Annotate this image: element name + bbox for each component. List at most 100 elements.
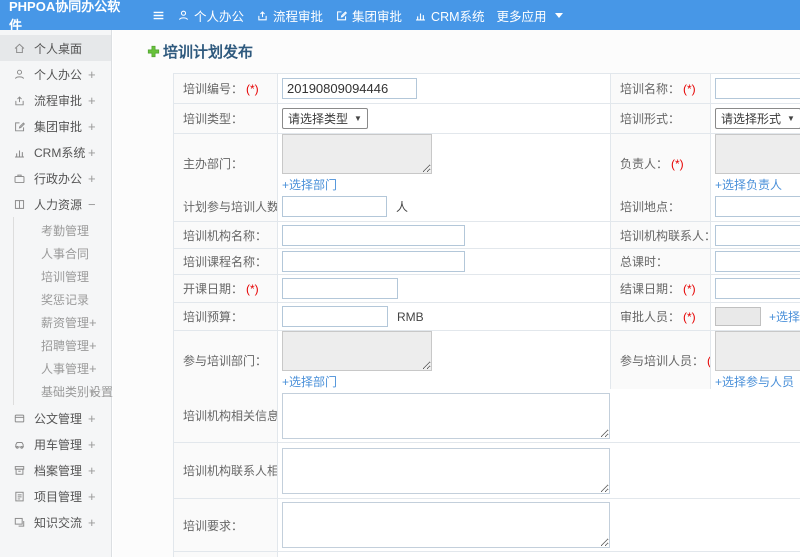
briefcase-icon <box>13 172 26 185</box>
training-plan-form: 培训编号：(*) 培训名称：(*) 培训类型： 请选择类型▼ 培训形式： 请选择… <box>173 73 800 557</box>
select-arrow-icon: ▼ <box>787 114 795 123</box>
sidebar-subitem-base-category[interactable]: 基础类别设置 + <box>14 380 113 403</box>
expand-icon[interactable]: + <box>89 338 97 353</box>
sidebar-subitem-personnel[interactable]: 人事管理 + <box>14 357 111 380</box>
expand-icon[interactable]: + <box>89 384 97 399</box>
start-date-input[interactable] <box>282 278 398 299</box>
user-icon <box>13 68 26 81</box>
upload-icon <box>256 9 269 22</box>
training-format-label: 培训形式： <box>611 104 711 134</box>
menu-personal-office[interactable]: 个人办公 <box>171 0 250 30</box>
join-department-textarea[interactable] <box>282 331 432 371</box>
collapse-icon[interactable]: − <box>88 197 96 212</box>
org-contact-input[interactable] <box>715 224 800 246</box>
org-name-label: 培训机构名称： <box>174 222 278 249</box>
training-format-select[interactable]: 请选择形式 ▼ <box>715 108 800 129</box>
sidebar-item-projects[interactable]: 项目管理 + <box>0 483 111 509</box>
course-name-input[interactable] <box>282 251 465 272</box>
select-approver-link[interactable]: +选择审批人员 <box>769 308 800 325</box>
edit-icon <box>13 120 26 133</box>
requirements-textarea[interactable] <box>282 502 610 548</box>
select-department-link[interactable]: +选择部门 <box>282 176 337 193</box>
sidebar-nav: 个人桌面 个人办公 + 流程审批 + 集团审批 + CRM系统 + 行政办公 +… <box>0 30 113 557</box>
training-name-label: 培训名称： (*) <box>611 74 711 104</box>
total-hours-label: 总课时： <box>611 249 711 275</box>
sidebar-subitem-rewards[interactable]: 奖惩记录 <box>14 288 111 311</box>
top-header: PHPOA协同办公软件 个人办公 流程审批 集团审批 CRM系统 更多应用 <box>0 0 800 33</box>
sidebar-item-workflow-approval[interactable]: 流程审批 + <box>0 87 111 113</box>
sidebar-item-knowledge[interactable]: 知识交流 + <box>0 509 111 535</box>
end-date-input[interactable] <box>715 278 800 299</box>
expand-icon[interactable]: + <box>88 67 96 82</box>
expand-icon[interactable]: + <box>88 489 96 504</box>
sidebar-item-group-approval[interactable]: 集团审批 + <box>0 113 111 139</box>
org-contact-info-label: 培训机构联系人相关信息： <box>174 443 278 499</box>
planned-count-input[interactable] <box>282 196 387 217</box>
sidebar-subitem-attendance[interactable]: 考勤管理 <box>14 219 111 242</box>
training-type-select[interactable]: 请选择类型 ▼ <box>282 108 368 129</box>
expand-icon[interactable]: + <box>88 171 96 186</box>
hamburger-menu-icon[interactable] <box>152 9 165 22</box>
menu-group-approval[interactable]: 集团审批 <box>329 0 408 30</box>
sidebar-item-archives[interactable]: 档案管理 + <box>0 457 111 483</box>
sidebar-subitem-training[interactable]: 培训管理 <box>14 265 111 288</box>
edit-icon <box>335 9 348 22</box>
join-department-label: 参与培训部门： <box>174 331 278 391</box>
sidebar-subitem-salary[interactable]: 薪资管理 + <box>14 311 111 334</box>
location-input[interactable] <box>715 196 800 217</box>
expand-icon[interactable]: + <box>88 463 96 478</box>
sidebar-item-documents[interactable]: 公文管理 + <box>0 405 111 431</box>
expand-icon[interactable]: + <box>89 361 97 376</box>
main-content: 培训计划发布 培训编号：(*) 培训名称：(*) 培训类型： 请选择类型▼ 培训… <box>113 30 800 557</box>
training-name-input[interactable] <box>715 78 800 99</box>
select-join-department-link[interactable]: +选择部门 <box>282 373 337 390</box>
document-icon <box>13 412 26 425</box>
select-arrow-icon: ▼ <box>354 114 362 123</box>
expand-icon[interactable]: + <box>88 515 96 530</box>
course-name-label: 培训课程名称： <box>174 249 278 275</box>
sidebar-item-admin-office[interactable]: 行政办公 + <box>0 165 111 191</box>
sidebar-subitem-recruitment[interactable]: 招聘管理 + <box>14 334 111 357</box>
start-date-label: 开课日期： (*) <box>174 275 278 303</box>
sidebar-item-vehicles[interactable]: 用车管理 + <box>0 431 111 457</box>
select-participants-link[interactable]: +选择参与人员 <box>715 373 794 390</box>
org-name-input[interactable] <box>282 224 465 246</box>
location-label: 培训地点： <box>611 192 711 222</box>
menu-more-apps[interactable]: 更多应用 <box>491 0 569 30</box>
caret-down-icon <box>554 12 563 18</box>
sidebar-item-personal-office[interactable]: 个人办公 + <box>0 61 111 87</box>
expand-icon[interactable]: + <box>88 93 96 108</box>
sidebar-subitem-hr-contract[interactable]: 人事合同 <box>14 242 111 265</box>
sidebar-item-hr[interactable]: 人力资源 − <box>0 191 111 217</box>
expand-icon[interactable]: + <box>88 119 96 134</box>
plus-icon <box>147 45 160 58</box>
expand-icon[interactable]: + <box>88 145 96 160</box>
org-info-textarea[interactable] <box>282 392 610 439</box>
expand-icon[interactable]: + <box>88 437 96 452</box>
currency-suffix: RMB <box>397 309 424 324</box>
book-icon <box>13 198 26 211</box>
join-staff-textarea[interactable] <box>715 331 800 371</box>
expand-icon[interactable]: + <box>89 315 97 330</box>
approver-input[interactable] <box>715 307 761 326</box>
select-leader-link[interactable]: +选择负责人 <box>715 176 782 193</box>
leader-textarea[interactable] <box>715 134 800 174</box>
menu-workflow-approval[interactable]: 流程审批 <box>250 0 329 30</box>
chat-icon <box>13 516 26 529</box>
menu-crm-system[interactable]: CRM系统 <box>408 0 490 30</box>
sidebar-item-crm[interactable]: CRM系统 + <box>0 139 111 165</box>
sidebar-item-desktop[interactable]: 个人桌面 <box>0 35 111 61</box>
page-title: 培训计划发布 <box>147 41 800 62</box>
app-logo: PHPOA协同办公软件 <box>9 0 121 33</box>
expand-icon[interactable]: + <box>88 411 96 426</box>
hr-submenu: 考勤管理 人事合同 培训管理 奖惩记录 薪资管理 + 招聘管理 + 人事管理 + 基础… <box>13 217 113 405</box>
org-contact-label: 培训机构联系人： <box>611 222 711 249</box>
org-contact-info-textarea[interactable] <box>282 447 610 494</box>
training-number-input[interactable] <box>282 78 417 99</box>
total-hours-input[interactable] <box>715 251 800 272</box>
budget-input[interactable] <box>282 306 388 327</box>
host-department-textarea[interactable] <box>282 134 432 174</box>
join-staff-label: 参与培训人员：(*) <box>611 331 711 391</box>
budget-label: 培训预算： <box>174 303 278 331</box>
unit-suffix: 人 <box>396 200 409 214</box>
